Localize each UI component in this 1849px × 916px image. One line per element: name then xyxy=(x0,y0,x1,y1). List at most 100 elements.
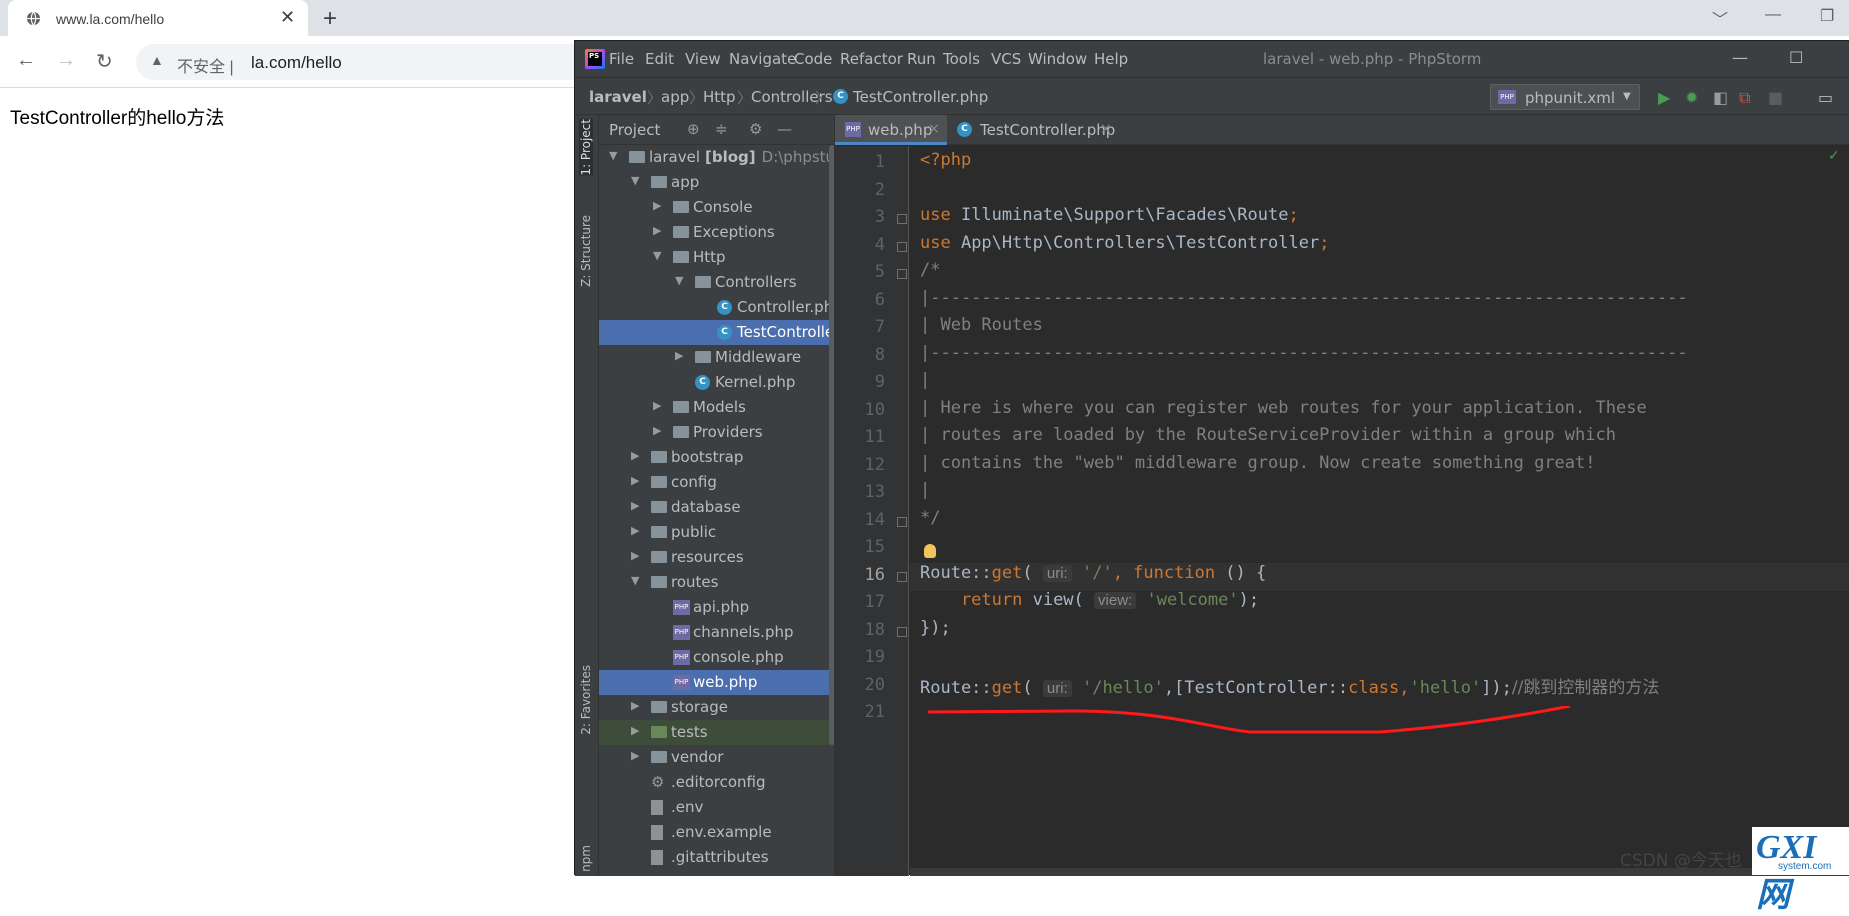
close-icon[interactable]: × xyxy=(928,121,940,137)
fold-marker-icon[interactable] xyxy=(897,214,907,224)
line-number[interactable]: 10 xyxy=(835,400,885,420)
tree-item[interactable]: C TestController.php xyxy=(599,320,834,345)
line-number[interactable]: 5 xyxy=(835,262,885,282)
menu-view[interactable]: View xyxy=(685,50,721,68)
tree-item[interactable]: ▶ database xyxy=(599,495,834,520)
menu-edit[interactable]: Edit xyxy=(645,50,674,68)
tree-item[interactable]: ▼ laravel[blog]D:\phpstudy xyxy=(599,145,834,170)
tree-item[interactable]: ⚙ .editorconfig xyxy=(599,770,834,795)
tab-testcontroller-php[interactable]: C TestController.php × xyxy=(947,115,1117,145)
tab-favorites[interactable]: 2: Favorites xyxy=(579,665,593,735)
line-number[interactable]: 6 xyxy=(835,290,885,310)
line-number[interactable]: 20 xyxy=(835,675,885,695)
expanded-arrow-icon[interactable]: ▼ xyxy=(653,249,661,262)
tree-item[interactable]: .env.example xyxy=(599,820,834,845)
tree-item[interactable]: PHP channels.php xyxy=(599,620,834,645)
expanded-arrow-icon[interactable]: ▼ xyxy=(609,149,617,162)
tab-search-icon[interactable]: ﹀ xyxy=(1712,6,1728,30)
debug-icon[interactable]: ✹ xyxy=(1685,88,1698,107)
line-number[interactable]: 4 xyxy=(835,235,885,255)
tree-item[interactable]: .gitattributes xyxy=(599,845,834,870)
tree-item[interactable]: ▼ Http xyxy=(599,245,834,270)
tree-item[interactable]: ▶ Exceptions xyxy=(599,220,834,245)
line-number[interactable]: 13 xyxy=(835,482,885,502)
line-number[interactable]: 9 xyxy=(835,372,885,392)
ide-maximize-button[interactable]: ☐ xyxy=(1789,48,1803,67)
tree-item[interactable]: ▶ resources xyxy=(599,545,834,570)
code-editor[interactable]: ✓ <?php use Illuminate\Support\Facades\R… xyxy=(910,146,1849,876)
line-number[interactable]: 21 xyxy=(835,702,885,722)
expanded-arrow-icon[interactable]: ▼ xyxy=(631,574,639,587)
stop-icon[interactable]: ■ xyxy=(1768,88,1783,107)
line-number[interactable]: 17 xyxy=(835,592,885,612)
menu-file[interactable]: File xyxy=(609,50,634,68)
tree-item[interactable]: ▼ routes xyxy=(599,570,834,595)
layout-icon[interactable]: ▭ xyxy=(1818,88,1833,107)
fold-marker-icon[interactable] xyxy=(897,241,907,252)
line-number[interactable]: 15 xyxy=(835,537,885,557)
tab-structure[interactable]: Z: Structure xyxy=(579,215,593,287)
collapsed-arrow-icon[interactable]: ▶ xyxy=(631,524,639,537)
fold-marker-icon[interactable] xyxy=(897,571,907,582)
collapsed-arrow-icon[interactable]: ▶ xyxy=(653,224,661,237)
line-number[interactable]: 18 xyxy=(835,620,885,640)
menu-tools[interactable]: Tools xyxy=(943,50,980,68)
breadcrumb-app[interactable]: app xyxy=(661,88,689,106)
collapsed-arrow-icon[interactable]: ▶ xyxy=(675,349,683,362)
tree-item[interactable]: C Controller.php xyxy=(599,295,834,320)
line-number[interactable]: 19 xyxy=(835,647,885,667)
menu-refactor[interactable]: Refactor xyxy=(840,50,903,68)
tree-item[interactable]: ▶ bootstrap xyxy=(599,445,834,470)
tree-item[interactable]: ▶ public xyxy=(599,520,834,545)
tab-project[interactable]: 1: Project xyxy=(579,119,593,176)
browser-tab[interactable]: www.la.com/hello ✕ xyxy=(8,0,308,36)
tree-item[interactable]: ▶ vendor xyxy=(599,745,834,770)
menu-help[interactable]: Help xyxy=(1094,50,1128,68)
tree-item[interactable]: ▶ Providers xyxy=(599,420,834,445)
run-icon[interactable]: ▶ xyxy=(1658,88,1670,107)
minimize-button[interactable]: — xyxy=(1765,6,1781,24)
collapsed-arrow-icon[interactable]: ▶ xyxy=(631,449,639,462)
lightbulb-icon[interactable] xyxy=(924,544,936,558)
close-icon[interactable]: × xyxy=(1100,121,1112,137)
tree-item[interactable]: ▶ storage xyxy=(599,695,834,720)
tab-close-icon[interactable]: ✕ xyxy=(280,7,295,28)
breadcrumb-http[interactable]: Http xyxy=(703,88,736,106)
tree-item[interactable]: ▼ Controllers xyxy=(599,270,834,295)
profile-icon[interactable]: ⧉ xyxy=(1739,88,1750,108)
line-number[interactable]: 11 xyxy=(835,427,885,447)
tree-item[interactable]: ▶ Middleware xyxy=(599,345,834,370)
tree-item[interactable]: PHP web.php xyxy=(599,670,834,695)
tree-item[interactable]: .env xyxy=(599,795,834,820)
breadcrumb-file[interactable]: TestController.php xyxy=(853,88,988,106)
menu-code[interactable]: Code xyxy=(794,50,832,68)
fold-marker-icon[interactable] xyxy=(897,516,907,527)
collapsed-arrow-icon[interactable]: ▶ xyxy=(653,399,661,412)
tree-item[interactable]: ▼ app xyxy=(599,170,834,195)
menu-vcs[interactable]: VCS xyxy=(991,50,1021,68)
reload-button[interactable]: ↻ xyxy=(96,49,113,74)
back-button[interactable]: ← xyxy=(16,49,36,72)
collapsed-arrow-icon[interactable]: ▶ xyxy=(631,499,639,512)
collapse-icon[interactable]: ≑ xyxy=(715,120,728,138)
tree-item[interactable]: ▶ config xyxy=(599,470,834,495)
forward-button[interactable]: → xyxy=(56,49,76,72)
menu-run[interactable]: Run xyxy=(907,50,936,68)
tree-item[interactable]: C Kernel.php xyxy=(599,370,834,395)
tab-web-php[interactable]: PHP web.php × xyxy=(835,115,947,145)
line-number[interactable]: 1 xyxy=(835,152,885,172)
expanded-arrow-icon[interactable]: ▼ xyxy=(631,174,639,187)
line-number[interactable]: 14 xyxy=(835,510,885,530)
collapsed-arrow-icon[interactable]: ▶ xyxy=(631,474,639,487)
tree-item[interactable]: ▶ tests xyxy=(599,720,834,745)
fold-marker-icon[interactable] xyxy=(897,626,907,637)
collapsed-arrow-icon[interactable]: ▶ xyxy=(653,424,661,437)
menu-navigate[interactable]: Navigate xyxy=(729,50,796,68)
collapsed-arrow-icon[interactable]: ▶ xyxy=(631,549,639,562)
tree-item[interactable]: ▶ Models xyxy=(599,395,834,420)
collapsed-arrow-icon[interactable]: ▶ xyxy=(631,749,639,762)
breadcrumb-laravel[interactable]: laravel xyxy=(589,88,647,106)
line-number[interactable]: 12 xyxy=(835,455,885,475)
ide-minimize-button[interactable]: — xyxy=(1732,48,1748,67)
tree-item[interactable]: PHP api.php xyxy=(599,595,834,620)
